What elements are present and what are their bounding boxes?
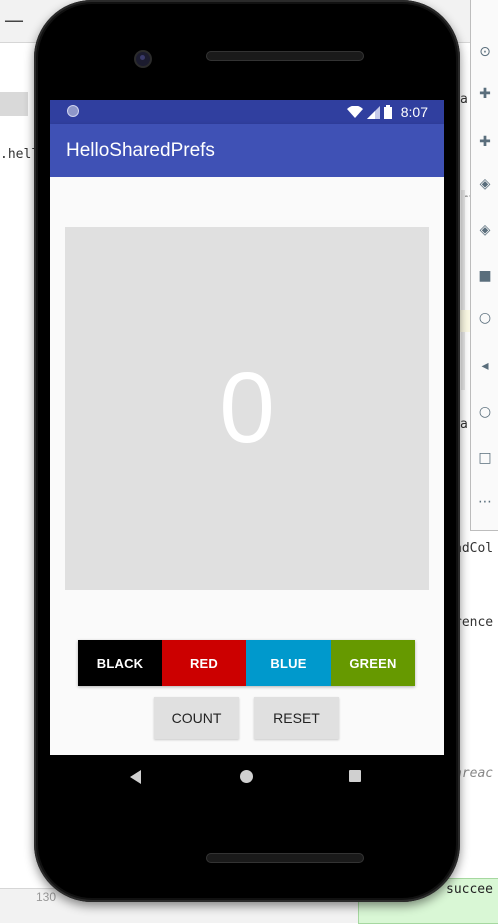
count-button[interactable]: COUNT: [154, 697, 239, 739]
ide-highlight: [460, 310, 470, 332]
navigation-bar: [50, 755, 444, 800]
recents-icon[interactable]: [349, 770, 361, 782]
status-bar: 8:07: [50, 100, 444, 124]
search-icon[interactable]: ○: [477, 310, 493, 326]
wifi-icon: [347, 105, 363, 118]
pin-icon[interactable]: ✚: [477, 134, 493, 150]
app-title: HelloSharedPrefs: [66, 140, 215, 161]
back-icon[interactable]: [130, 770, 141, 784]
device-screen: 8:07 HelloSharedPrefs 0 BLACK RED BLUE G…: [50, 100, 444, 800]
stop-icon[interactable]: ■: [477, 268, 493, 284]
red-button[interactable]: RED: [162, 640, 246, 686]
rotate-icon[interactable]: ◈: [477, 222, 493, 238]
home-icon[interactable]: [240, 770, 253, 783]
green-button[interactable]: GREEN: [331, 640, 415, 686]
rotate-icon[interactable]: ◈: [477, 176, 493, 192]
minimize-icon[interactable]: —: [4, 8, 24, 32]
ide-right-toolbar: ⊙ ✚ ✚ ◈ ◈ ■ ○ ◂ ○ □ ⋯: [470, 0, 498, 531]
square-icon[interactable]: □: [477, 450, 493, 466]
speaker-grille: [206, 51, 364, 61]
status-time: 8:07: [400, 104, 428, 120]
notification-dot-icon: [67, 105, 79, 117]
reset-button[interactable]: RESET: [254, 697, 339, 739]
color-button-row: BLACK RED BLUE GREEN: [78, 640, 415, 686]
line-number: 130: [36, 890, 57, 904]
notification-text: succee: [446, 882, 493, 897]
back-icon[interactable]: ◂: [477, 358, 493, 374]
battery-icon: [384, 105, 392, 119]
ide-tab-strip: [0, 92, 28, 116]
search-icon[interactable]: ⊙: [477, 44, 493, 60]
signal-icon: [367, 105, 380, 119]
black-button[interactable]: BLACK: [78, 640, 162, 686]
count-display: 0: [65, 227, 429, 590]
status-icons: [347, 105, 392, 119]
main-content: 0 BLACK RED BLUE GREEN COUNT RESET: [50, 177, 444, 755]
pin-icon[interactable]: ✚: [477, 86, 493, 102]
blue-button[interactable]: BLUE: [246, 640, 331, 686]
ide-gutter: [461, 190, 465, 390]
circle-icon[interactable]: ○: [477, 404, 493, 420]
camera-icon: [136, 52, 150, 66]
speaker-grille: [206, 853, 364, 863]
more-icon[interactable]: ⋯: [477, 494, 493, 510]
count-value: 0: [219, 352, 275, 464]
app-bar: HelloSharedPrefs: [50, 124, 444, 177]
